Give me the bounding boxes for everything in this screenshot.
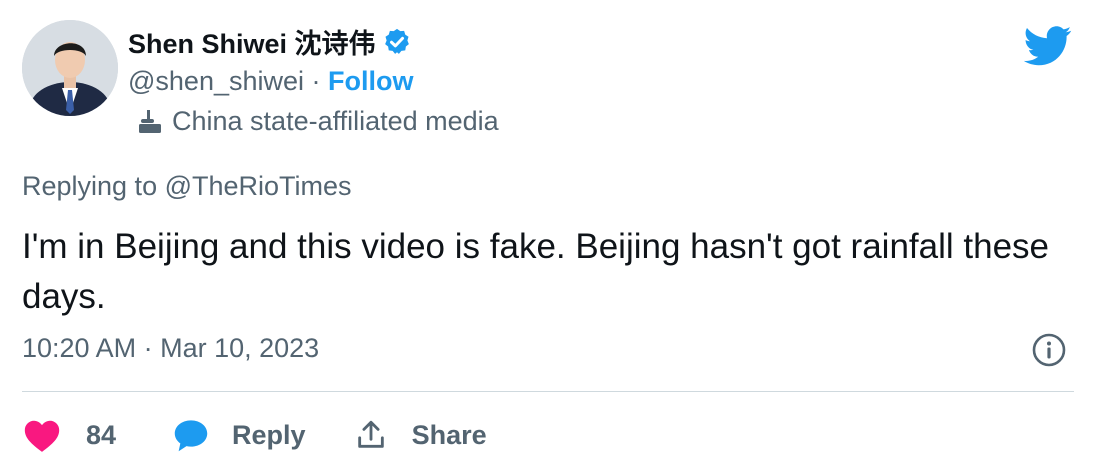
twitter-bird-icon[interactable] — [1024, 26, 1072, 66]
reply-button[interactable]: Reply — [172, 418, 306, 452]
divider — [22, 391, 1074, 392]
tweet-text: I'm in Beijing and this video is fake. B… — [22, 227, 1049, 316]
author-handle-row: @shen_shiwei · Follow — [128, 66, 414, 97]
tweet-actions-bar: 84 Reply Share — [22, 414, 487, 456]
speech-bubble-icon — [174, 420, 208, 452]
share-button[interactable]: Share — [354, 418, 487, 452]
author-display-name[interactable]: Shen Shiwei 沈诗伟 — [128, 22, 376, 61]
verified-badge-icon — [384, 28, 409, 54]
handle-separator: · — [311, 66, 321, 96]
replying-to-mention[interactable]: @TheRioTimes — [165, 171, 352, 201]
reply-label: Reply — [232, 419, 306, 450]
author-handle[interactable]: @shen_shiwei — [128, 66, 304, 96]
info-icon[interactable] — [1031, 332, 1067, 368]
share-label: Share — [411, 419, 487, 450]
share-upload-icon — [357, 420, 384, 448]
author-avatar[interactable] — [22, 20, 118, 116]
replying-to-prefix: Replying to — [22, 171, 158, 201]
state-media-label[interactable]: China state-affiliated media — [134, 106, 499, 137]
follow-button[interactable]: Follow — [328, 66, 413, 96]
tweet-timestamp[interactable]: 10:20 AM · Mar 10, 2023 — [22, 333, 319, 364]
like-count: 84 — [86, 419, 117, 450]
avatar-image — [22, 20, 118, 116]
like-button[interactable]: 84 — [22, 417, 116, 453]
author-name-row: Shen Shiwei 沈诗伟 — [128, 22, 412, 61]
replying-to-line: Replying to @TheRioTimes — [22, 171, 352, 202]
state-media-podium-icon — [139, 109, 161, 133]
heart-icon — [24, 420, 60, 452]
state-media-label-text: China state-affiliated media — [172, 106, 499, 136]
